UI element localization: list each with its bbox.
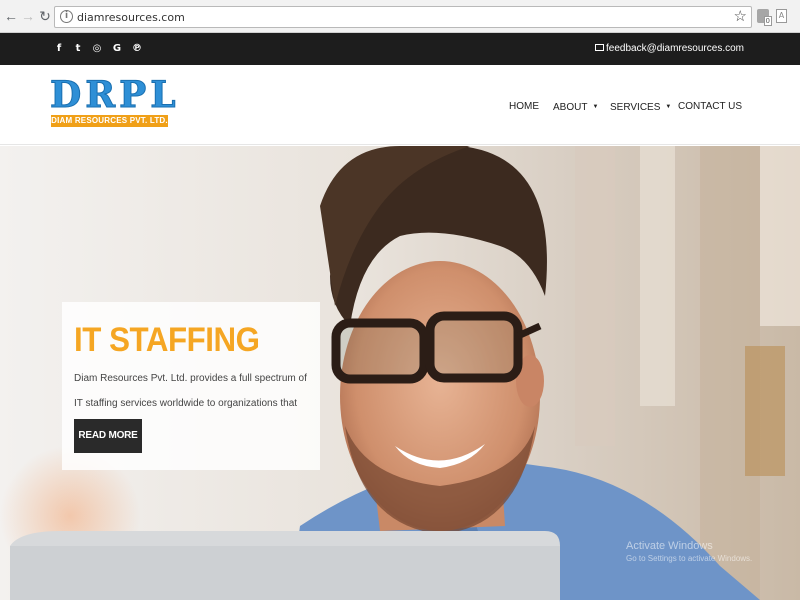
- facebook-icon[interactable]: f: [53, 43, 65, 55]
- hero-title: IT STAFFING: [74, 321, 260, 359]
- google-icon[interactable]: G: [111, 43, 123, 55]
- pinterest-icon[interactable]: ℗: [131, 43, 143, 55]
- reload-icon[interactable]: ↻: [38, 8, 52, 24]
- info-icon[interactable]: i: [60, 10, 73, 23]
- activate-windows-watermark: Activate Windows Go to Settings to activ…: [626, 538, 752, 564]
- feedback-email[interactable]: feedback@diamresources.com: [606, 43, 744, 54]
- extension-2-icon[interactable]: A: [776, 9, 787, 23]
- watermark-line2: Go to Settings to activate Windows.: [626, 554, 753, 563]
- twitter-icon[interactable]: t: [72, 43, 84, 55]
- nav-about[interactable]: ABOUT ▼: [553, 100, 598, 115]
- site-header: DRPL DIAM RESOURCES PVT. LTD. HOME ABOUT…: [0, 65, 800, 145]
- envelope-icon: [595, 44, 604, 51]
- extension-icon[interactable]: 0: [757, 9, 772, 26]
- hero-slider: IT STAFFING Diam Resources Pvt. Ltd. pro…: [0, 146, 800, 600]
- instagram-icon[interactable]: ◎: [91, 43, 103, 55]
- read-more-button[interactable]: READ MORE: [74, 419, 142, 453]
- caret-down-icon: ▼: [665, 104, 672, 110]
- logo-text: DRPL: [50, 74, 180, 116]
- bookmark-star-icon[interactable]: ☆: [734, 8, 747, 26]
- hero-caption-card: IT STAFFING Diam Resources Pvt. Ltd. pro…: [62, 302, 320, 470]
- logo[interactable]: DRPL DIAM RESOURCES PVT. LTD.: [50, 75, 176, 129]
- caret-down-icon: ▼: [592, 104, 599, 110]
- nav-services[interactable]: SERVICES ▼: [610, 100, 671, 115]
- nav-contact[interactable]: CONTACT US: [678, 100, 742, 114]
- watermark-line1: Activate Windows: [626, 540, 713, 552]
- extension-badge: 0: [763, 16, 772, 26]
- address-bar[interactable]: i diamresources.com ☆: [54, 6, 752, 28]
- nav-home[interactable]: HOME: [509, 100, 539, 114]
- top-bar: f t ◎ G ℗ feedback@diamresources.com: [0, 33, 800, 65]
- browser-toolbar: ← → ↻ i diamresources.com ☆ 0 A: [0, 0, 800, 33]
- back-icon[interactable]: ←: [4, 8, 18, 24]
- url-text[interactable]: diamresources.com: [77, 10, 185, 25]
- forward-icon[interactable]: →: [21, 8, 35, 24]
- logo-tagline: DIAM RESOURCES PVT. LTD.: [51, 115, 168, 127]
- nav-services-label[interactable]: SERVICES: [610, 102, 660, 113]
- feedback-email-link[interactable]: feedback@diamresources.com: [595, 42, 744, 56]
- nav-about-label[interactable]: ABOUT: [553, 102, 587, 113]
